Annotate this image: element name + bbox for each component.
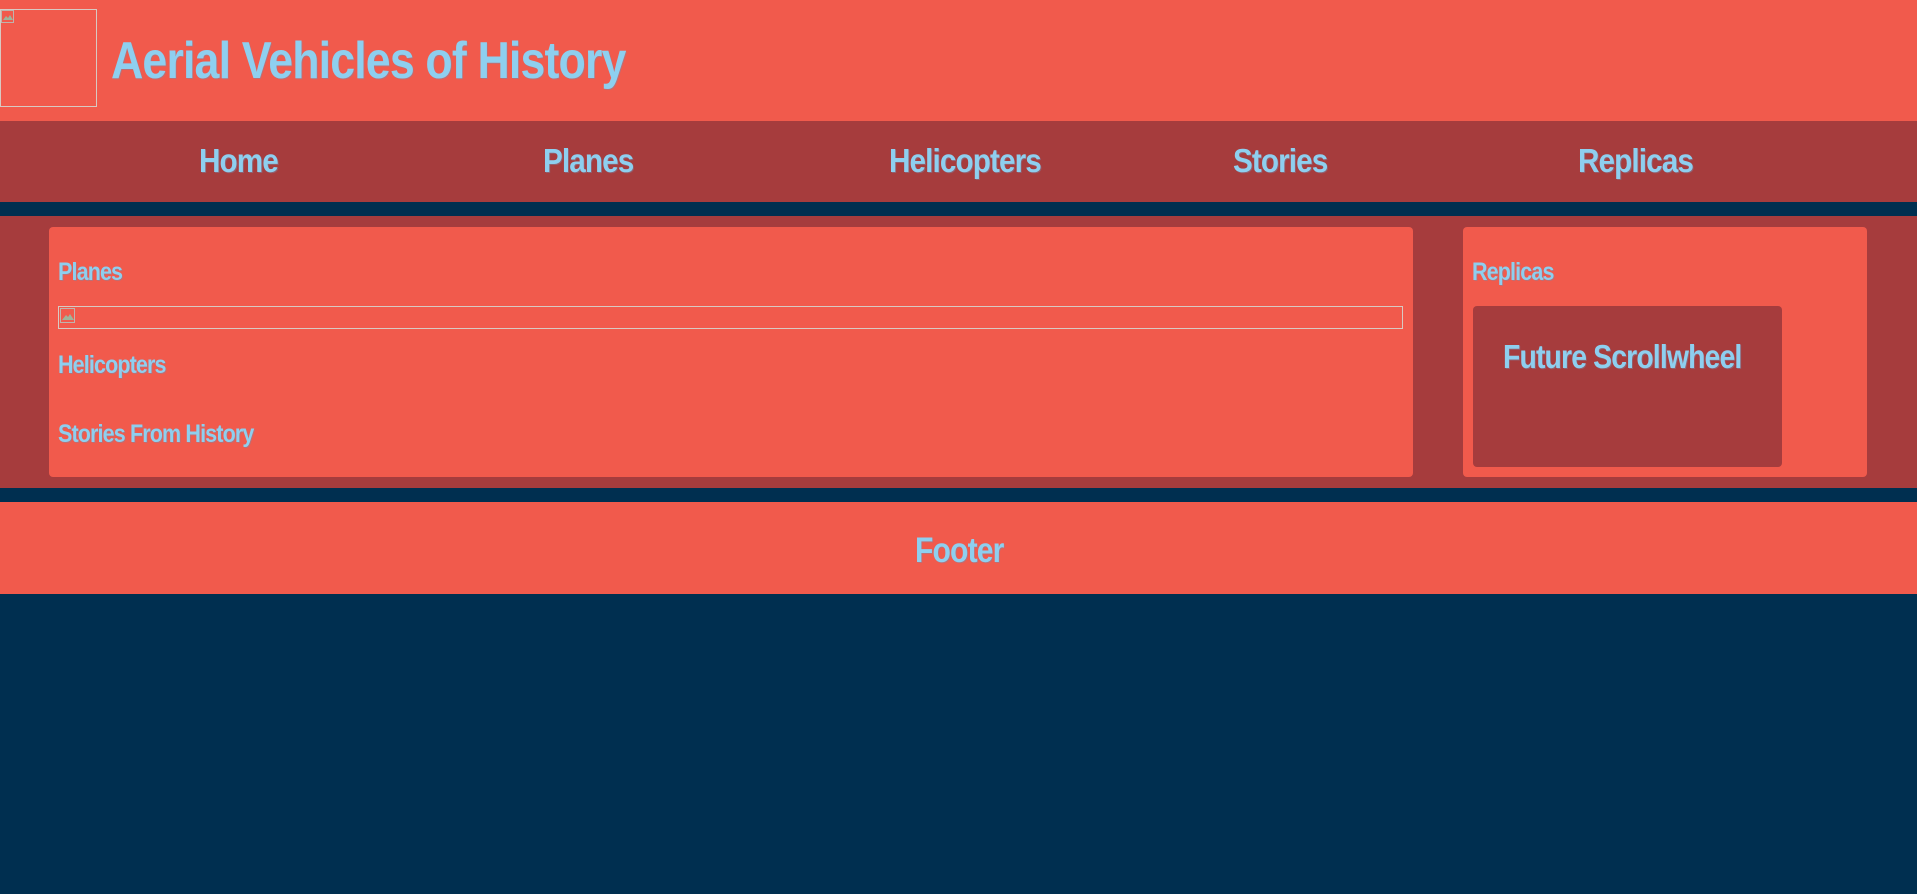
nav-item-replicas[interactable]: Replicas [1578,140,1694,182]
main-content-panel: Planes Helicopters Stories From History [49,227,1413,477]
nav-item-stories[interactable]: Stories [1233,140,1328,182]
replicas-sidebar: Replicas Future Scrollwheel [1463,227,1867,477]
stories-heading: Stories From History [58,420,254,448]
site-title: Aerial Vehicles of History [111,32,626,90]
nav-item-planes[interactable]: Planes [543,140,634,182]
logo-image [0,9,97,107]
site-header: Aerial Vehicles of History [0,0,1917,121]
nav-item-home[interactable]: Home [199,140,279,182]
replicas-heading: Replicas [1472,258,1554,286]
scrollwheel-label: Future Scrollwheel [1503,338,1742,375]
footer-label: Footer [915,531,1004,570]
main-nav: Home Planes Helicopters Stories Replicas [0,121,1917,202]
helicopters-heading: Helicopters [58,351,167,379]
nav-item-helicopters[interactable]: Helicopters [889,140,1042,182]
planes-heading: Planes [58,258,123,286]
broken-image-icon [1,10,14,23]
planes-image [58,306,1403,329]
site-footer: Footer [0,502,1917,594]
broken-image-icon [60,308,75,323]
future-scrollwheel[interactable]: Future Scrollwheel [1473,306,1782,467]
